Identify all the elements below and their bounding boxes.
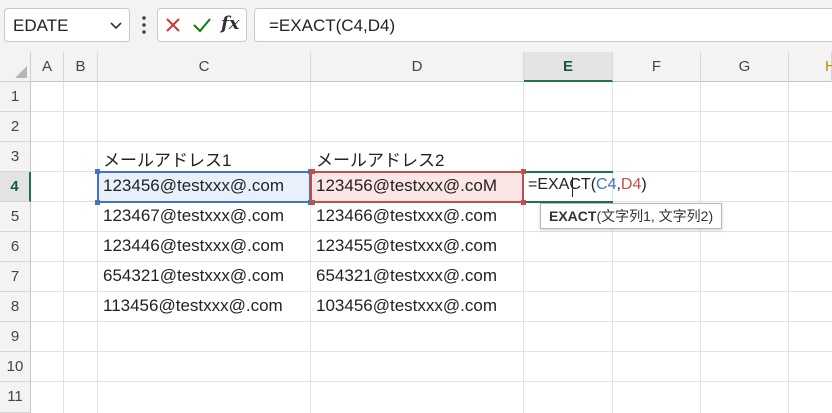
cell-d8[interactable]: 103456@testxxx@.com (316, 296, 497, 316)
select-all-corner[interactable] (0, 52, 31, 82)
cell-c4[interactable]: 123456@testxxx@.com (103, 176, 284, 196)
gridline (31, 351, 832, 352)
gridline (612, 82, 613, 413)
formula-bar[interactable]: =EXACT(C4,D4) (254, 8, 832, 42)
gridline (63, 82, 64, 413)
gridline (31, 381, 832, 382)
column-header-h[interactable]: H (789, 52, 832, 82)
gridline (31, 261, 832, 262)
gridline (31, 111, 832, 112)
tooltip-function-name[interactable]: EXACT (549, 208, 596, 224)
gridline (788, 82, 789, 413)
insert-function-icon[interactable]: fx (221, 13, 239, 34)
row-header-5[interactable]: 5 (0, 202, 31, 232)
text-cursor (572, 177, 573, 197)
row-header-1[interactable]: 1 (0, 82, 31, 112)
name-box-value: EDATE (13, 16, 69, 35)
gridline (31, 291, 832, 292)
formula-buttons: fx (157, 8, 247, 42)
gridline (523, 82, 524, 413)
row-header-9[interactable]: 9 (0, 322, 31, 352)
gridline (97, 82, 98, 413)
edit-suffix: ) (641, 176, 647, 193)
gridline (310, 82, 311, 413)
row-header-3[interactable]: 3 (0, 142, 31, 172)
name-box[interactable]: EDATE (4, 8, 130, 42)
gridline (700, 82, 701, 413)
row-header-7[interactable]: 7 (0, 262, 31, 292)
cell-d5[interactable]: 123466@testxxx@.com (316, 206, 497, 226)
cell-c6[interactable]: 123446@testxxx@.com (103, 236, 284, 256)
gridline (31, 231, 832, 232)
reference-handle[interactable] (310, 200, 315, 205)
cell-d4[interactable]: 123456@testxxx@.coM (316, 176, 497, 196)
column-header-g[interactable]: G (701, 52, 789, 82)
column-header-b[interactable]: B (64, 52, 98, 82)
cell-c3[interactable]: メールアドレス1 (103, 146, 231, 171)
column-header-d[interactable]: D (311, 52, 524, 82)
column-header-f[interactable]: F (613, 52, 701, 82)
cell-c7[interactable]: 654321@testxxx@.com (103, 266, 284, 286)
reference-handle[interactable] (310, 169, 315, 174)
edit-ref2: D4 (620, 176, 642, 193)
row-header-4[interactable]: 4 (0, 172, 31, 202)
reference-handle[interactable] (521, 169, 526, 174)
formula-bar-value: =EXACT(C4,D4) (269, 16, 396, 35)
row-header-11[interactable]: 11 (0, 382, 31, 413)
cancel-icon[interactable] (164, 16, 182, 34)
column-header-c[interactable]: C (98, 52, 311, 82)
function-tooltip[interactable]: EXACT(文字列1, 文字列2) (540, 203, 723, 229)
reference-handle[interactable] (521, 200, 526, 205)
enter-check-icon[interactable] (192, 16, 212, 34)
select-all-triangle-icon (15, 66, 27, 78)
column-header-e[interactable]: E (524, 52, 613, 82)
cell-d3[interactable]: メールアドレス2 (316, 146, 444, 171)
cell-d7[interactable]: 654321@testxxx@.com (316, 266, 497, 286)
formula-toolbar: EDATE fx =EXACT(C4,D4) (0, 0, 832, 52)
cell-c8[interactable]: 113456@testxxx@.com (103, 296, 283, 316)
row-header-10[interactable]: 10 (0, 352, 31, 382)
chevron-down-icon[interactable] (109, 18, 123, 32)
cell-d6[interactable]: 123455@testxxx@.com (316, 236, 497, 256)
column-header-a[interactable]: A (31, 52, 64, 82)
reference-handle[interactable] (95, 200, 100, 205)
gridline (31, 141, 832, 142)
cell-c5[interactable]: 123467@testxxx@.com (103, 206, 284, 226)
reference-handle[interactable] (95, 169, 100, 174)
edit-prefix: =EXACT( (528, 176, 597, 193)
row-header-6[interactable]: 6 (0, 232, 31, 262)
more-options-icon[interactable] (140, 14, 148, 36)
edit-ref1: C4 (596, 176, 617, 193)
cell-e4-edit[interactable]: =EXACT(C4,D4) (528, 176, 647, 194)
row-header-8[interactable]: 8 (0, 292, 31, 322)
tooltip-args: (文字列1, 文字列2) (596, 208, 714, 224)
row-header-2[interactable]: 2 (0, 112, 31, 142)
spreadsheet-grid[interactable]: A B C D E F G H 1 2 3 4 5 6 7 8 9 10 11 … (0, 52, 832, 413)
gridline (31, 321, 832, 322)
